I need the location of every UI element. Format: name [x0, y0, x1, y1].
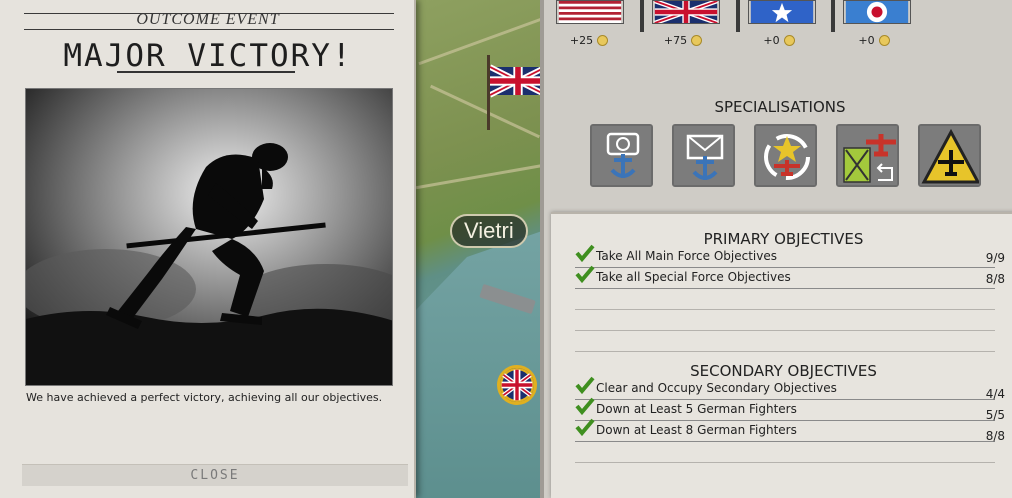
free-france-flag-icon [748, 0, 816, 24]
check-icon [575, 265, 595, 283]
objectives-card: PRIMARY OBJECTIVES Take All Main Force O… [551, 212, 1012, 498]
objective-label: Down at Least 5 German Fighters [596, 402, 797, 416]
naval-mail-icon[interactable] [672, 124, 735, 187]
objective-row: Down at Least 8 German Fighters 8/8 [575, 418, 1005, 443]
empty-objective-row [575, 443, 995, 463]
objective-score: 8/8 [985, 272, 1005, 286]
objective-row: Take all Special Force Objectives 8/8 [575, 265, 1005, 289]
secondary-objectives-title: SECONDARY OBJECTIVES [690, 362, 877, 380]
objective-label: Take all Special Force Objectives [596, 270, 791, 284]
nation-uk: +75 [638, 0, 728, 55]
title-underline [117, 71, 295, 73]
event-label: OUTCOME EVENT [136, 11, 280, 28]
reward-amount: +25 [544, 34, 634, 47]
empty-objective-row [575, 290, 995, 310]
reward-amount: +0 [829, 34, 919, 47]
air-cycle-icon[interactable] [754, 124, 817, 187]
objective-label: Take All Main Force Objectives [596, 249, 778, 263]
check-icon [575, 376, 595, 394]
naval-recon-icon[interactable] [590, 124, 653, 187]
primary-objectives-title: PRIMARY OBJECTIVES [703, 230, 864, 248]
victory-illustration [25, 88, 393, 386]
uk-unit-marker-icon[interactable] [497, 365, 537, 405]
divider [640, 0, 644, 32]
objective-score: 9/9 [985, 251, 1005, 265]
empty-objective-row [575, 311, 995, 331]
nation-usa: +25 [544, 0, 634, 55]
objective-row: Down at Least 5 German Fighters 5/5 [575, 397, 1005, 422]
uk-flag-icon [490, 64, 545, 98]
campaign-map[interactable] [415, 0, 545, 498]
check-icon [575, 397, 595, 415]
close-button[interactable]: CLOSE [22, 464, 408, 486]
air-warning-icon[interactable] [918, 124, 981, 187]
coin-icon [783, 35, 795, 46]
nation-rewards: +25 +75 +0 +0 [544, 0, 1012, 55]
divider [831, 0, 835, 32]
objective-label: Clear and Occupy Secondary Objectives [596, 381, 837, 395]
raf-roundel-icon [843, 0, 911, 24]
objective-row: Clear and Occupy Secondary Objectives 4/… [575, 376, 1005, 401]
mission-summary-panel: +25 +75 +0 +0 SPECIALISATIONS PRIMARY OB… [540, 0, 1012, 498]
check-icon [575, 244, 595, 262]
nation-france: +0 [734, 0, 824, 55]
outcome-description: We have achieved a perfect victory, achi… [26, 391, 383, 404]
reward-amount: +75 [638, 34, 728, 47]
coin-icon [691, 35, 703, 46]
specialisations-title: SPECIALISATIONS [714, 98, 846, 116]
town-label[interactable]: Vietri [450, 214, 528, 248]
objective-row: Take All Main Force Objectives 9/9 [575, 244, 1005, 268]
coin-icon [878, 35, 890, 46]
divider [24, 29, 394, 30]
empty-objective-row [575, 332, 995, 352]
outcome-dialog: OUTCOME EVENT MAJOR VICTORY! We have ach… [0, 0, 416, 498]
objective-score: 5/5 [985, 408, 1005, 422]
outcome-title: MAJOR VICTORY! [63, 38, 353, 74]
air-supply-icon[interactable] [836, 124, 899, 187]
usa-flag-icon [556, 0, 624, 24]
uk-flag-icon [652, 0, 720, 24]
coin-icon [597, 35, 609, 46]
reward-amount: +0 [734, 34, 824, 47]
divider [736, 0, 740, 32]
objective-score: 8/8 [985, 429, 1005, 443]
nation-raf: +0 [829, 0, 919, 55]
check-icon [575, 418, 595, 436]
objective-score: 4/4 [985, 387, 1005, 401]
objective-label: Down at Least 8 German Fighters [596, 423, 797, 437]
